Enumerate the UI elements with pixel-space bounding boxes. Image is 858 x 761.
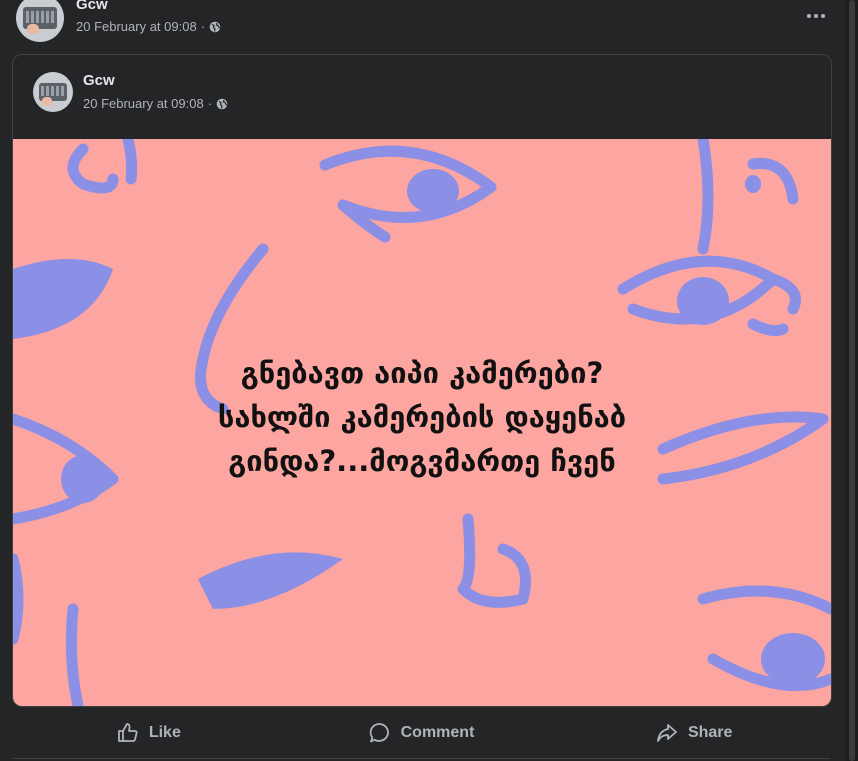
shared-post-author[interactable]: Gcw [83,72,115,89]
share-icon [657,724,677,742]
comment-icon [369,723,389,743]
post-meta: 20 February at 09:08 · [76,19,221,34]
avatar[interactable] [16,0,64,42]
share-label: Share [687,724,733,741]
avatar[interactable] [33,72,73,112]
more-options-icon[interactable] [796,2,836,30]
post-image[interactable]: გნებავთ აიპი კამერები? სახლში კამერების … [13,139,831,706]
comment-label: Comment [400,724,475,741]
comment-button[interactable]: Comment [285,711,558,755]
scrollbar-thumb[interactable] [849,0,855,761]
globe-icon [209,21,221,32]
thumbs-up-icon [117,723,138,742]
like-button[interactable]: Like [12,711,285,755]
share-button[interactable]: Share [557,711,830,755]
shared-post-timestamp[interactable]: 20 February at 09:08 [83,96,204,111]
image-caption: გნებავთ აიპი კამერები? სახლში კამერების … [13,351,831,483]
image-caption-line: სახლში კამერების დაყენაბ [217,400,627,434]
post-author[interactable]: Gcw [76,0,108,13]
image-caption-line: გნებავთ აიპი კამერები? [240,356,604,390]
divider [12,758,830,759]
like-label: Like [148,724,181,741]
shared-post-meta: 20 February at 09:08 · [83,96,228,111]
post-header: Gcw 20 February at 09:08 · [16,0,834,44]
globe-icon [216,98,228,109]
image-caption-line: გინდა?...მოგვმართე ჩვენ [228,444,616,478]
shared-post-card: Gcw 20 February at 09:08 · გნებავთ აიპი … [12,54,832,707]
post-timestamp[interactable]: 20 February at 09:08 [76,19,197,34]
post-actions-bar: Like Comment Share [12,711,830,755]
